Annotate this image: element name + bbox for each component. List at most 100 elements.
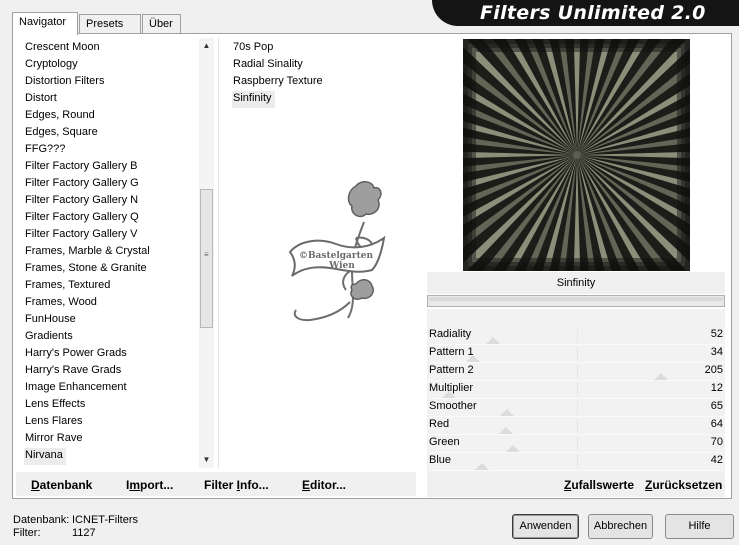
category-item[interactable]: Crescent Moon — [24, 40, 198, 57]
category-item[interactable]: Mirror Rave — [24, 431, 198, 448]
category-item[interactable]: FFG??? — [24, 142, 198, 159]
category-item-label: Edges, Round — [25, 109, 95, 121]
database-value: ICNET-Filters — [72, 514, 138, 526]
parameter-slider[interactable]: Multiplier 12 — [427, 381, 725, 399]
editor-button[interactable]: Editor... — [302, 478, 346, 492]
cancel-button[interactable]: Abbrechen — [588, 514, 653, 539]
category-item-label: Harry's Rave Grads — [25, 364, 122, 376]
scroll-down-arrow[interactable]: ▼ — [199, 453, 214, 467]
slider-thumb[interactable] — [654, 373, 669, 380]
category-item[interactable]: Frames, Marble & Crystal — [24, 244, 198, 261]
filter-item[interactable]: Radial Sinality — [232, 57, 412, 74]
slider-thumb[interactable] — [442, 391, 457, 398]
category-item-label: Filter Factory Gallery V — [25, 228, 138, 240]
category-item[interactable]: Harry's Rave Grads — [24, 363, 198, 380]
bottom-right-bar: Zufallswerte Zurücksetzen — [427, 472, 725, 496]
category-item[interactable]: Cryptology — [24, 57, 198, 74]
category-item-label: FunHouse — [25, 313, 76, 325]
scrollbar-thumb[interactable]: ≡ — [200, 189, 213, 328]
randomize-button[interactable]: Zufallswerte — [564, 478, 634, 492]
parameter-value: 70 — [710, 436, 723, 448]
category-item[interactable]: Filter Factory Gallery V — [24, 227, 198, 244]
filter-list[interactable]: 70s Pop Radial Sinality Raspberry Texture S… — [232, 40, 412, 108]
parameter-slider[interactable]: Smoother 65 — [427, 399, 725, 417]
category-item[interactable]: Filter Factory Gallery B — [24, 159, 198, 176]
parameter-slider[interactable]: Radiality 52 — [427, 327, 725, 345]
parameter-slider[interactable]: Red 64 — [427, 417, 725, 435]
category-item[interactable]: Distortion Filters — [24, 74, 198, 91]
filter-item-label: 70s Pop — [233, 41, 274, 53]
preview-filter-name: Sinfinity — [427, 272, 725, 294]
category-item-label: Lens Effects — [25, 398, 86, 410]
category-item[interactable]: Harry's Power Grads — [24, 346, 198, 363]
tab-navigator[interactable]: Navigator — [12, 12, 78, 35]
parameter-value: 34 — [710, 346, 723, 358]
category-item-label: Filter Factory Gallery B — [25, 160, 138, 172]
category-item-label: Distort — [25, 92, 57, 104]
filter-count-label: Filter: — [13, 527, 41, 539]
category-item[interactable]: Frames, Stone & Granite — [24, 261, 198, 278]
filter-item[interactable]: Raspberry Texture — [232, 74, 412, 91]
category-list[interactable]: Crescent Moon Cryptology Distortion Filter… — [24, 40, 198, 465]
preview-zoom-slider[interactable] — [427, 295, 725, 307]
slider-thumb[interactable] — [506, 445, 520, 452]
filter-item[interactable]: 70s Pop — [232, 40, 412, 57]
category-item[interactable]: Edges, Square — [24, 125, 198, 142]
reset-button[interactable]: Zurücksetzen — [645, 478, 722, 492]
slider-thumb[interactable] — [499, 427, 514, 434]
filter-count-value: 1127 — [72, 527, 96, 539]
parameter-slider[interactable]: Blue 42 — [427, 453, 725, 471]
parameter-slider[interactable]: Pattern 1 34 — [427, 345, 725, 363]
app-title: Filters Unlimited 2.0 — [480, 2, 706, 24]
slider-thumb[interactable] — [486, 337, 501, 344]
slider-thumb[interactable] — [475, 463, 490, 470]
category-item-label: Crescent Moon — [25, 41, 100, 53]
category-item[interactable]: Lens Effects — [24, 397, 198, 414]
tab-presets[interactable]: Presets — [79, 14, 141, 34]
scroll-up-arrow[interactable]: ▲ — [199, 39, 214, 53]
status-database: Datenbank: ICNET-Filters — [13, 514, 138, 526]
parameter-label: Radiality — [429, 328, 472, 340]
parameter-slider[interactable]: Green 70 — [427, 435, 725, 453]
parameter-label: Green — [429, 436, 460, 448]
help-button[interactable]: Hilfe — [665, 514, 734, 539]
category-item[interactable]: Filter Factory Gallery N — [24, 193, 198, 210]
filter-item[interactable]: Sinfinity — [232, 91, 412, 108]
category-item[interactable]: Frames, Textured — [24, 278, 198, 295]
category-item-label: Frames, Textured — [25, 279, 111, 291]
filter-item-label: Sinfinity — [232, 91, 275, 108]
status-filter: Filter: 1127 — [13, 527, 96, 539]
category-item-label: Nirvana — [24, 448, 66, 465]
slider-thumb[interactable] — [500, 409, 515, 416]
parameter-label: Red — [429, 418, 450, 430]
filter-item-label: Radial Sinality — [233, 58, 303, 70]
category-item[interactable]: FunHouse — [24, 312, 198, 329]
parameter-panel: Radiality 52 Pattern 1 34 Pattern 2 205 Multip… — [427, 309, 725, 497]
database-label: Datenbank: — [13, 514, 70, 526]
category-item[interactable]: Frames, Wood — [24, 295, 198, 312]
tab-uber[interactable]: Über — [142, 14, 181, 34]
category-item[interactable]: Edges, Round — [24, 108, 198, 125]
database-button[interactable]: Datenbank — [31, 478, 92, 492]
category-scrollbar[interactable]: ▲ ≡ ▼ — [199, 38, 214, 468]
category-item[interactable]: Gradients — [24, 329, 198, 346]
category-item[interactable]: Filter Factory Gallery G — [24, 176, 198, 193]
category-item[interactable]: Lens Flares — [24, 414, 198, 431]
parameter-value: 42 — [710, 454, 723, 466]
category-item-label: Image Enhancement — [25, 381, 127, 393]
grip-icon: ≡ — [204, 250, 209, 259]
filter-item-label: Raspberry Texture — [233, 75, 323, 87]
filter-preview — [463, 39, 690, 271]
category-item-label: Filter Factory Gallery N — [25, 194, 139, 206]
parameter-slider[interactable]: Pattern 2 205 — [427, 363, 725, 381]
parameter-label: Pattern 2 — [429, 364, 474, 376]
apply-button[interactable]: Anwenden — [512, 514, 579, 539]
import-button[interactable]: Import... — [126, 478, 173, 492]
category-item[interactable]: Distort — [24, 91, 198, 108]
slider-thumb[interactable] — [466, 355, 481, 362]
filter-info-button[interactable]: Filter Info... — [204, 478, 269, 492]
category-item[interactable]: Nirvana — [24, 448, 198, 465]
category-item[interactable]: Filter Factory Gallery Q — [24, 210, 198, 227]
category-item[interactable]: Image Enhancement — [24, 380, 198, 397]
category-item-label: Frames, Stone & Granite — [25, 262, 147, 274]
